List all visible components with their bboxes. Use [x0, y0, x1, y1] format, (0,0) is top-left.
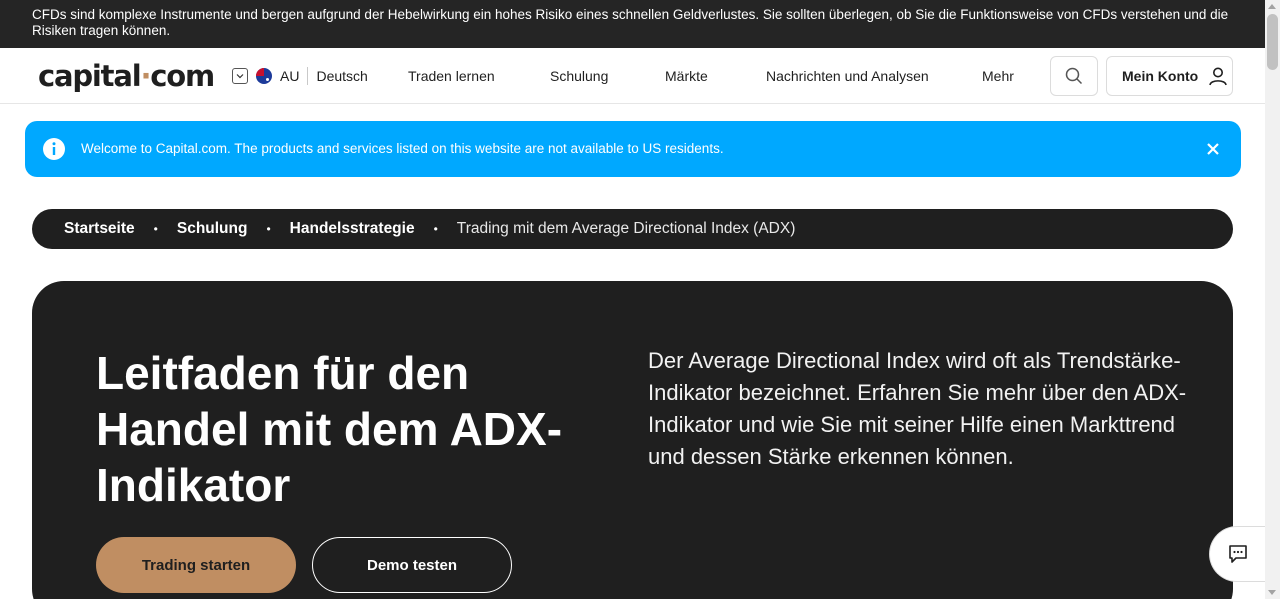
info-icon [42, 137, 66, 166]
breadcrumb-startseite[interactable]: Startseite [64, 220, 135, 238]
risk-warning-text: CFDs sind komplexe Instrumente und berge… [32, 7, 1229, 38]
logo-part2: com [150, 59, 215, 93]
logo-part1: capital [38, 59, 142, 93]
breadcrumb-handelsstrategie[interactable]: Handelsstrategie [290, 220, 415, 238]
chevron-down-icon[interactable] [232, 68, 248, 84]
demo-button[interactable]: Demo testen [312, 537, 512, 593]
breadcrumb-separator: • [153, 222, 158, 236]
site-header: capital·com AU Deutsch Traden lernen Sch… [0, 48, 1265, 104]
account-button[interactable]: Mein Konto [1106, 56, 1233, 96]
risk-warning-bar: CFDs sind komplexe Instrumente und berge… [0, 0, 1265, 48]
nav-maerkte[interactable]: Märkte [665, 68, 708, 84]
close-icon[interactable] [1204, 140, 1222, 158]
breadcrumb: Startseite • Schulung • Handelsstrategie… [32, 209, 1233, 249]
scroll-up-arrow-icon[interactable] [1268, 4, 1276, 9]
start-trading-button[interactable]: Trading starten [96, 537, 296, 593]
locale-switcher[interactable]: AU Deutsch [232, 67, 368, 85]
search-icon [1065, 67, 1083, 85]
flag-au-icon [256, 68, 272, 84]
breadcrumb-schulung[interactable]: Schulung [177, 220, 248, 238]
hero-section: Leitfaden für den Handel mit dem ADX-Ind… [32, 281, 1233, 599]
hero-description: Der Average Directional Index wird oft a… [648, 348, 1187, 469]
scrollbar[interactable] [1265, 0, 1280, 599]
nav-schulung[interactable]: Schulung [550, 68, 608, 84]
nav-mehr[interactable]: Mehr [982, 68, 1014, 84]
logo-dot: · [140, 59, 151, 93]
notice-text: Welcome to Capital.com. The products and… [81, 141, 724, 156]
breadcrumb-separator: • [433, 222, 438, 236]
account-label: Mein Konto [1122, 68, 1199, 84]
language-label[interactable]: Deutsch [316, 68, 367, 84]
locale-divider [307, 67, 309, 85]
nav-nachrichten[interactable]: Nachrichten und Analysen [766, 68, 929, 84]
page-title: Leitfaden für den Handel mit dem ADX-Ind… [96, 347, 563, 511]
chat-button[interactable] [1209, 526, 1265, 582]
chat-icon [1228, 545, 1247, 563]
notice-banner: Welcome to Capital.com. The products and… [25, 121, 1241, 177]
logo[interactable]: capital·com [38, 59, 215, 93]
user-icon [1208, 66, 1228, 86]
search-button[interactable] [1050, 56, 1098, 96]
nav-traden-lernen[interactable]: Traden lernen [408, 68, 495, 84]
country-code: AU [280, 68, 300, 84]
scroll-thumb[interactable] [1267, 14, 1278, 70]
scroll-down-arrow-icon[interactable] [1268, 590, 1276, 595]
breadcrumb-current: Trading mit dem Average Directional Inde… [456, 220, 796, 237]
breadcrumb-separator: • [266, 222, 271, 236]
